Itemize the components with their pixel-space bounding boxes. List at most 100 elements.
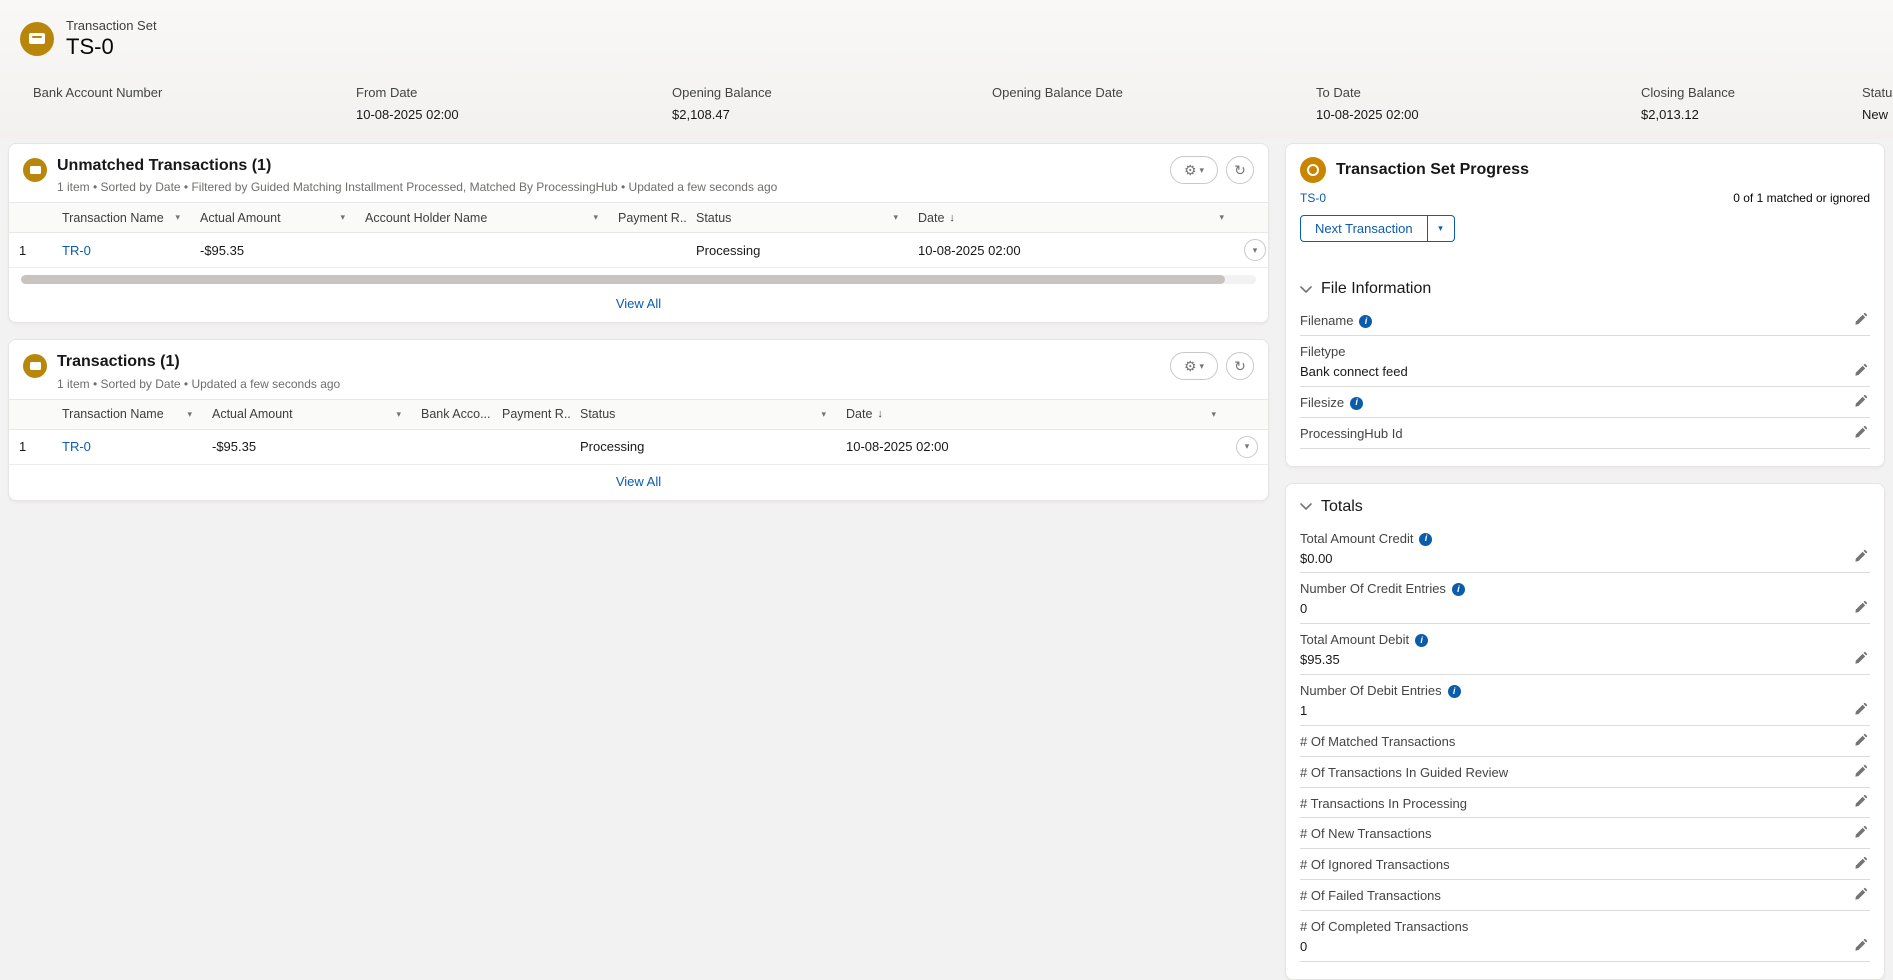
next-transaction-dropdown-button[interactable]: ▾ [1428,215,1455,242]
progress-icon-ring [1307,164,1319,176]
transaction-link[interactable]: TR-0 [62,439,91,454]
edit-button[interactable] [1852,310,1870,331]
cell-status: Processing [686,233,908,268]
transactions-card: Transactions (1) 1 item • Sorted by Date… [8,339,1269,500]
totals-section: Totals Total Amount Crediti $0.00 Number… [1286,484,1884,979]
column-header-status[interactable]: Status▾ [570,399,836,429]
next-transaction-button[interactable]: Next Transaction [1300,215,1428,242]
refresh-button[interactable]: ↻ [1226,352,1254,380]
cell-payment-reference [608,233,686,268]
column-label: Actual Amount [212,407,293,421]
field-value: 10-08-2025 02:00 [1316,107,1641,123]
info-icon[interactable]: i [1419,533,1432,546]
col-actions [1234,203,1268,233]
edit-icon [1854,312,1868,326]
field-label: # Transactions In Processing [1300,796,1467,813]
field-label: To Date [1316,85,1641,100]
view-all-link[interactable]: View All [616,474,661,489]
edit-icon [1854,702,1868,716]
card-title: Transaction Set Progress [1336,161,1529,179]
record-link[interactable]: TS-0 [1300,191,1326,205]
gear-icon: ⚙ [1184,162,1197,179]
info-icon[interactable]: i [1359,315,1372,328]
field-closing-balance: Closing Balance $2,013.12 [1641,85,1862,123]
table-row: 1 TR-0 -$95.35 Processing 10-08-2025 02:… [9,233,1268,268]
info-icon[interactable]: i [1448,685,1461,698]
edit-button[interactable] [1852,792,1870,813]
field-label: # Of Completed Transactions [1300,919,1468,936]
list-settings-button[interactable]: ⚙ ▾ [1170,156,1218,184]
field-label: # Of Failed Transactions [1300,888,1441,905]
field-value: $2,013.12 [1641,107,1862,123]
chevron-down-icon: ▾ [1438,223,1443,234]
row-actions-button[interactable]: ▾ [1236,436,1258,458]
column-header-date[interactable]: Date↓▾ [908,203,1234,233]
sort-desc-icon: ↓ [877,408,883,420]
chevron-down-icon: ▾ [1245,441,1250,452]
field-opening-balance: Opening Balance $2,108.47 [672,85,992,123]
transaction-set-icon [20,22,54,56]
field-transactions-in-processing: # Transactions In Processing [1300,791,1870,819]
info-icon[interactable]: i [1452,583,1465,596]
edit-button[interactable] [1852,649,1870,670]
edit-button[interactable] [1852,885,1870,906]
field-label: Status [1862,85,1893,100]
edit-button[interactable] [1852,936,1870,957]
column-header-actual-amount[interactable]: Actual Amount▾ [202,399,411,429]
section-title: Totals [1321,498,1363,516]
horizontal-scrollbar[interactable] [21,275,1256,284]
column-header-date[interactable]: Date↓▾ [836,399,1226,429]
transaction-link[interactable]: TR-0 [62,243,91,258]
transaction-set-progress-card: Transaction Set Progress TS-0 0 of 1 mat… [1285,143,1885,466]
info-icon[interactable]: i [1350,397,1363,410]
column-header-bank-account[interactable]: Bank Acco...▾ [411,399,492,429]
edit-icon [1854,794,1868,808]
column-label: Bank Acco... [421,407,490,421]
edit-button[interactable] [1852,598,1870,619]
list-settings-button[interactable]: ⚙ ▾ [1170,352,1218,380]
field-filetype: Filetype Bank connect feed [1300,339,1870,387]
edit-button[interactable] [1852,731,1870,752]
column-header-account-holder-name[interactable]: Account Holder Name▾ [355,203,608,233]
cell-date: 10-08-2025 02:00 [836,429,1226,464]
column-header-payment-reference[interactable]: Payment R...▾ [492,399,570,429]
column-header-transaction-name[interactable]: Transaction Name▾ [52,399,202,429]
scrollbar-thumb[interactable] [21,275,1225,284]
refresh-button[interactable]: ↻ [1226,156,1254,184]
section-header[interactable]: Totals [1300,488,1870,526]
section-header[interactable]: File Information [1300,270,1870,308]
chevron-down-icon: ▾ [1253,245,1258,256]
column-menu-icon: ▾ [340,212,345,223]
field-label: Opening Balance Date [992,85,1316,100]
field-value: 1 [1300,703,1836,720]
field-value: 0 [1300,601,1836,618]
info-icon[interactable]: i [1415,634,1428,647]
column-header-actual-amount[interactable]: Actual Amount▾ [190,203,355,233]
edit-button[interactable] [1852,392,1870,413]
column-menu-icon: ▾ [821,409,826,420]
edit-button[interactable] [1852,423,1870,444]
row-actions-button[interactable]: ▾ [1244,239,1266,261]
edit-icon [1854,733,1868,747]
cell-actual-amount: -$95.35 [202,429,411,464]
field-label: # Of Ignored Transactions [1300,857,1450,874]
edit-button[interactable] [1852,762,1870,783]
file-information-section: File Information Filenamei Filetype Bank… [1286,266,1884,465]
entity-label: Transaction Set [66,18,157,33]
field-label: Filesize [1300,395,1344,412]
column-header-status[interactable]: Status▾ [686,203,908,233]
column-header-transaction-name[interactable]: Transaction Name▾ [52,203,190,233]
view-all-link[interactable]: View All [616,296,661,311]
edit-button[interactable] [1852,547,1870,568]
edit-button[interactable] [1852,361,1870,382]
edit-button[interactable] [1852,854,1870,875]
column-header-payment-reference[interactable]: Payment R...▾ [608,203,686,233]
field-value: New [1862,107,1893,123]
cell-payment-reference [492,429,570,464]
edit-button[interactable] [1852,823,1870,844]
edit-button[interactable] [1852,700,1870,721]
section-title: File Information [1321,280,1431,298]
chevron-down-icon: ▾ [1200,361,1205,372]
column-menu-icon: ▾ [175,212,180,223]
field-label: Total Amount Debit [1300,632,1409,649]
